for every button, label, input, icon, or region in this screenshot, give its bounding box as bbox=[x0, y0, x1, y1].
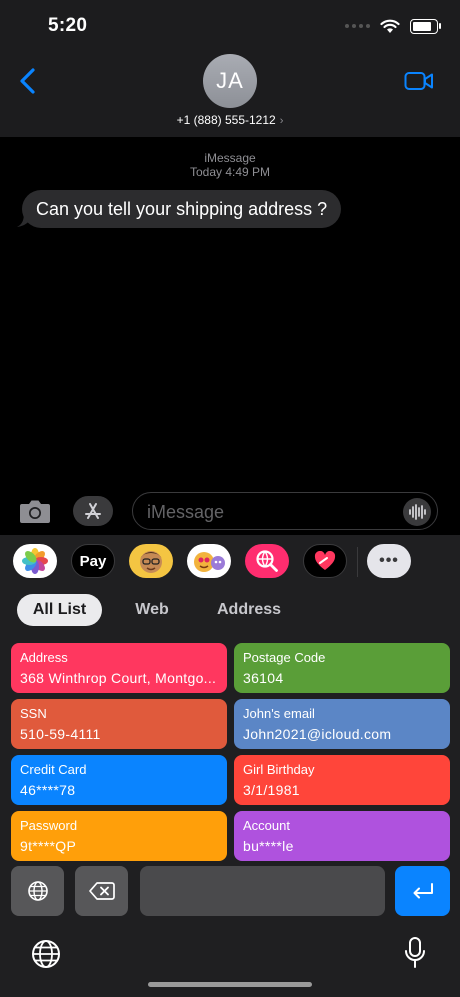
wifi-icon bbox=[380, 19, 400, 33]
cellular-signal-icon bbox=[345, 24, 370, 28]
card-johns-email[interactable]: John's email John2021@icloud.com bbox=[234, 699, 450, 749]
card-value: John2021@icloud.com bbox=[243, 726, 392, 742]
message-text: Can you tell your shipping address ? bbox=[36, 199, 328, 219]
back-chevron-icon[interactable] bbox=[15, 66, 43, 96]
space-key[interactable] bbox=[140, 866, 385, 916]
card-label: Address bbox=[20, 650, 68, 665]
contact-avatar[interactable]: JA bbox=[203, 54, 257, 108]
app-store-button[interactable] bbox=[73, 496, 113, 526]
card-credit-card[interactable]: Credit Card 46****78 bbox=[11, 755, 227, 805]
status-time: 5:20 bbox=[48, 15, 88, 36]
globe-icon[interactable] bbox=[30, 938, 62, 970]
card-label: Account bbox=[243, 818, 290, 833]
memoji-app-icon[interactable] bbox=[129, 544, 173, 578]
card-value: 3/1/1981 bbox=[243, 782, 300, 798]
battery-icon bbox=[410, 18, 441, 34]
card-account[interactable]: Account bu****le bbox=[234, 811, 450, 861]
digital-touch-app-icon[interactable] bbox=[303, 544, 347, 578]
heart-icon bbox=[314, 551, 336, 570]
chevron-right-icon: › bbox=[279, 115, 284, 127]
card-value: 46****78 bbox=[20, 782, 76, 798]
card-label: SSN bbox=[20, 706, 47, 721]
message-timestamp: Today 4:49 PM bbox=[189, 165, 271, 179]
return-arrow-icon bbox=[413, 883, 433, 899]
card-label: Credit Card bbox=[20, 762, 87, 777]
camera-icon[interactable] bbox=[19, 497, 51, 525]
animoji-app-icon[interactable] bbox=[187, 544, 231, 578]
more-apps-icon[interactable]: ••• bbox=[367, 544, 411, 578]
app-strip-divider bbox=[357, 547, 358, 577]
app-store-icon bbox=[85, 503, 101, 519]
card-value: 510-59-4111 bbox=[20, 726, 101, 742]
card-label: Girl Birthday bbox=[243, 762, 315, 777]
voice-message-button[interactable] bbox=[403, 498, 431, 526]
card-value: bu****le bbox=[243, 838, 294, 854]
card-address[interactable]: Address 368 Winthrop Court, Montgo... bbox=[11, 643, 227, 693]
memoji-face-icon bbox=[140, 551, 162, 573]
card-value: 36104 bbox=[243, 670, 284, 686]
globe-icon bbox=[27, 881, 48, 901]
globe-search-icon bbox=[256, 550, 278, 572]
imessage-app-strip: Pay ••• bbox=[0, 544, 460, 580]
waveform-icon bbox=[409, 504, 426, 520]
switch-keyboard-key[interactable] bbox=[11, 866, 64, 916]
more-dots-label: ••• bbox=[379, 552, 399, 569]
card-value: 9t****QP bbox=[20, 838, 77, 854]
return-key[interactable] bbox=[395, 866, 450, 916]
avatar-initials: JA bbox=[216, 68, 244, 93]
card-label: John's email bbox=[243, 706, 315, 721]
tab-all-list[interactable]: All List bbox=[17, 594, 102, 626]
category-tabs: All List Web Address bbox=[0, 594, 460, 626]
facetime-video-icon[interactable] bbox=[404, 70, 434, 92]
incoming-message-bubble[interactable]: Can you tell your shipping address ? bbox=[22, 190, 342, 228]
contact-label: +1 (888) 555-1212 bbox=[176, 113, 276, 127]
card-label: Postage Code bbox=[243, 650, 326, 665]
tab-web[interactable]: Web bbox=[124, 594, 180, 626]
status-icons bbox=[345, 16, 441, 36]
dictation-mic-icon[interactable] bbox=[403, 936, 427, 970]
tab-address[interactable]: Address bbox=[206, 594, 292, 626]
message-input-placeholder: iMessage bbox=[147, 502, 225, 522]
contact-name-button[interactable]: +1 (888) 555-1212 › bbox=[0, 113, 460, 127]
message-input[interactable]: iMessage bbox=[132, 492, 438, 530]
card-password[interactable]: Password 9t****QP bbox=[11, 811, 227, 861]
photos-flower-icon bbox=[22, 548, 48, 574]
message-meta: iMessage Today 4:49 PM bbox=[0, 151, 460, 179]
delete-key[interactable] bbox=[75, 866, 128, 916]
card-postage-code[interactable]: Postage Code 36104 bbox=[234, 643, 450, 693]
card-girl-birthday[interactable]: Girl Birthday 3/1/1981 bbox=[234, 755, 450, 805]
apple-pay-label: Pay bbox=[79, 552, 107, 570]
backspace-icon bbox=[88, 882, 115, 900]
card-ssn[interactable]: SSN 510-59-4111 bbox=[11, 699, 227, 749]
card-value: 368 Winthrop Court, Montgo... bbox=[20, 670, 217, 686]
search-images-app-icon[interactable] bbox=[245, 544, 289, 578]
photos-app-icon[interactable] bbox=[13, 544, 57, 578]
animoji-faces-icon bbox=[194, 552, 225, 572]
card-label: Password bbox=[20, 818, 78, 833]
apple-pay-app-icon[interactable]: Pay bbox=[71, 544, 115, 578]
home-indicator bbox=[148, 982, 312, 987]
service-label: iMessage bbox=[204, 151, 256, 165]
